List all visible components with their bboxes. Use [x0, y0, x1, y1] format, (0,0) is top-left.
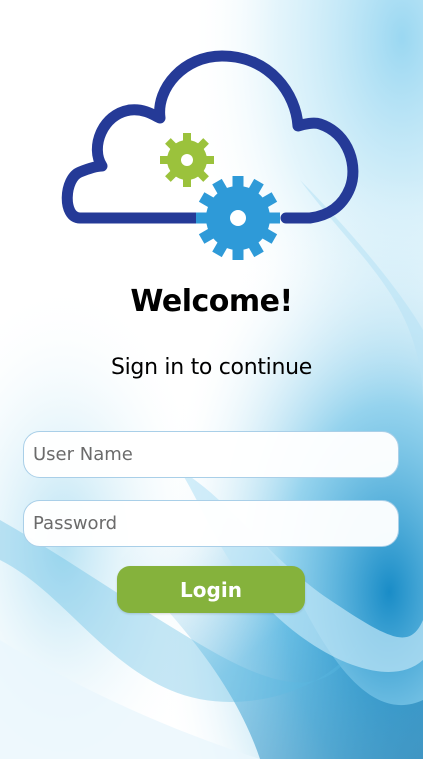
login-button[interactable]: Login [117, 566, 305, 613]
large-gear-icon [196, 176, 280, 260]
password-input[interactable] [23, 500, 399, 547]
login-screen: Welcome! Sign in to continue Login [0, 0, 423, 759]
page-subtitle: Sign in to continue [110, 355, 313, 380]
small-gear-icon [160, 133, 214, 187]
username-input[interactable] [23, 431, 399, 478]
page-title: Welcome! [130, 284, 293, 319]
cloud-gears-icon [61, 50, 359, 260]
